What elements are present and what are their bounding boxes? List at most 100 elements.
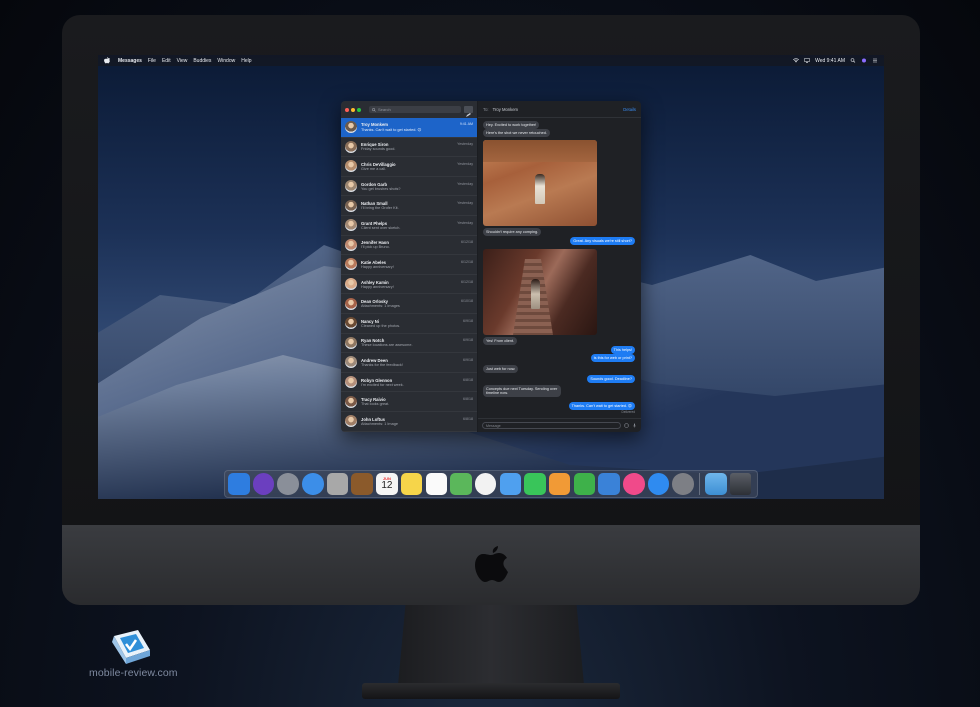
message-bubble-outgoing[interactable]: Thanks. Can't wait to get started. 😊 <box>568 402 635 410</box>
dock-trash[interactable] <box>729 473 752 495</box>
zoom-button[interactable] <box>357 107 361 112</box>
message-bubble-incoming[interactable]: Yes! From client. <box>483 337 518 345</box>
dock-app-reminders[interactable] <box>425 473 447 495</box>
conversation-date: 6/12/18 <box>461 259 473 264</box>
dock-downloads-folder[interactable] <box>705 473 727 495</box>
airplay-icon[interactable] <box>804 58 810 63</box>
message-input[interactable]: Message <box>482 422 621 429</box>
dock-app-itunes[interactable] <box>623 473 645 495</box>
details-button[interactable]: Details <box>623 107 636 112</box>
conversation-list: Troy Monkem 9:41 AM Thanks. Can't wait to … <box>341 118 477 432</box>
conversation-item[interactable]: Tracy Raivio 6/8/18 That looks great. <box>341 392 477 412</box>
conversation-item[interactable]: Grant Phelps Yesterday Client sent over sk… <box>341 216 477 236</box>
dock-app-photos[interactable] <box>474 473 497 495</box>
conversation-item[interactable]: Katie Abeles 6/12/18 Happy anniversary! <box>341 255 477 275</box>
menu-view[interactable]: View <box>177 58 188 64</box>
message-transcript[interactable]: Hey. Excited to work together! Here's th… <box>478 118 641 418</box>
conversation-name: Gordon Garb <box>361 181 388 187</box>
compose-button[interactable] <box>464 106 473 117</box>
message-bubble-incoming[interactable]: Hey. Excited to work together! <box>483 121 540 129</box>
avatar <box>345 317 357 330</box>
mobile-review-logo <box>112 630 150 664</box>
conversation-item[interactable]: Dean Orlosky 6/10/18 Attachments: 1 Images <box>341 294 477 314</box>
search-icon <box>372 107 376 112</box>
message-bubble-outgoing[interactable]: Great. Any visuals we're still short? <box>570 237 635 245</box>
conversation-item[interactable]: John Loftus 6/8/18 Attachments: 1 Image <box>341 412 477 432</box>
conversation-preview: Thanks. Can't wait to get started. 😊 <box>361 128 422 133</box>
dock-app-pages[interactable] <box>548 473 571 495</box>
dock-app-notes[interactable] <box>400 473 423 495</box>
dock-app-safari[interactable] <box>302 473 324 495</box>
conversation-date: 6/12/18 <box>461 240 473 245</box>
conversation-item[interactable]: Ashley Kamin 6/12/18 Happy anniversary! <box>341 275 477 295</box>
message-bubble-incoming[interactable]: Shouldn't require any comping. <box>483 228 542 236</box>
minimize-button[interactable] <box>351 107 355 112</box>
search-input[interactable]: Search <box>369 106 461 113</box>
message-bubble-outgoing[interactable]: Sounds good. Deadline? <box>587 375 635 383</box>
wifi-icon[interactable] <box>793 58 800 63</box>
dock-app-facetime[interactable] <box>524 473 546 495</box>
dock-app-numbers[interactable] <box>573 473 596 495</box>
conversation-preview: I'm excited for next week. <box>361 382 404 387</box>
conversation-item[interactable]: Chris DeVillaggio Yesterday Give me a call… <box>341 157 477 177</box>
conversation-item[interactable]: Jennifer Haon 6/12/18 I'll pick up Bruno. <box>341 236 477 256</box>
dock-app-notes-book[interactable] <box>351 473 373 495</box>
dock-app-messages[interactable] <box>499 473 522 495</box>
menu-edit[interactable]: Edit <box>162 58 171 64</box>
dock-app-keynote[interactable] <box>598 473 620 495</box>
menu-bar: Messages File Edit View Buddies Window H… <box>98 55 884 66</box>
imac-stand <box>398 605 584 685</box>
dock-app-system-preferences[interactable] <box>672 473 694 495</box>
dock-app-calendar[interactable]: JUN 12 <box>376 473 398 495</box>
menu-help[interactable]: Help <box>241 58 251 64</box>
messages-window: Search Troy Monkem 9:41 AM Thanks. Can't w… <box>341 101 641 432</box>
message-bubble-outgoing[interactable]: This helps! <box>610 346 635 354</box>
menu-file[interactable]: File <box>148 58 156 64</box>
apple-menu-icon[interactable] <box>104 57 110 64</box>
siri-icon[interactable] <box>861 58 867 63</box>
dock-app-launchpad[interactable] <box>277 473 299 495</box>
message-photo[interactable] <box>483 140 597 226</box>
conversation-date: Yesterday <box>457 220 473 225</box>
menu-buddies[interactable]: Buddies <box>193 58 211 64</box>
conversation-item[interactable]: Troy Monkem 9:41 AM Thanks. Can't wait to … <box>341 118 477 138</box>
avatar <box>345 278 357 291</box>
dock-app-siri[interactable] <box>252 473 275 495</box>
emoji-icon[interactable] <box>624 423 629 428</box>
conversation-text: Robyn Glennon 6/8/18 I'm excited for next … <box>361 378 473 387</box>
conversation-preview: You get brushes shots? <box>361 186 401 191</box>
conversation-preview: Give me a call. <box>361 166 387 171</box>
conversation-item[interactable]: Nancy Ni 6/9/18 Cleaned up the photos. <box>341 314 477 334</box>
conversation-item[interactable]: Enrique Siron Yesterday Friday sounds good… <box>341 138 477 158</box>
recipient-name[interactable]: Troy Monkem <box>493 107 518 112</box>
dock-app-maps[interactable] <box>450 473 472 495</box>
conversation-item[interactable]: Robyn Glennon 6/8/18 I'm excited for next … <box>341 373 477 393</box>
conversation-item[interactable]: Gordon Garb Yesterday You get brushes shot… <box>341 177 477 197</box>
notification-center-icon[interactable] <box>872 58 878 63</box>
dock-separator <box>699 473 701 495</box>
spotlight-icon[interactable] <box>850 58 856 63</box>
dock-app-finder[interactable] <box>228 473 250 495</box>
conversation-date: Yesterday <box>457 181 473 186</box>
message-photo[interactable] <box>483 249 597 335</box>
conversation-item[interactable]: Nathan Small Yesterday I'll bring the Grof… <box>341 196 477 216</box>
dock-app-app-store[interactable] <box>647 473 670 495</box>
menu-clock[interactable]: Wed 9:41 AM <box>815 58 845 64</box>
conversation-date: 6/9/18 <box>463 318 473 323</box>
close-button[interactable] <box>345 107 349 112</box>
message-bubble-incoming[interactable]: Concepts due next Tuesday. Sending over … <box>483 385 561 398</box>
microphone-icon[interactable] <box>632 423 637 428</box>
menu-app-name[interactable]: Messages <box>118 58 142 64</box>
dock-app-photo-booth[interactable] <box>326 473 349 495</box>
conversation-item[interactable]: Ryan Notch 6/9/18 These locations are awes… <box>341 334 477 354</box>
avatar <box>345 336 357 349</box>
conversation-item[interactable]: Andrew Deen 6/9/18 Thanks for the feedback… <box>341 353 477 373</box>
menu-window[interactable]: Window <box>217 58 235 64</box>
conversation-preview: I'll bring the Grofer Kit. <box>361 206 399 211</box>
message-bubble-incoming[interactable]: Here's the shot we never retouched. <box>483 129 550 137</box>
chat-pane: To: Troy Monkem Details Hey. Excited to … <box>478 101 641 432</box>
message-bubble-incoming[interactable]: Just web for now. <box>483 365 519 373</box>
message-bubble-outgoing[interactable]: Is this for web or print? <box>590 354 635 362</box>
conversation-text: John Loftus 6/8/18 Attachments: 1 Image <box>361 417 473 426</box>
conversation-date: 6/8/18 <box>463 416 473 421</box>
